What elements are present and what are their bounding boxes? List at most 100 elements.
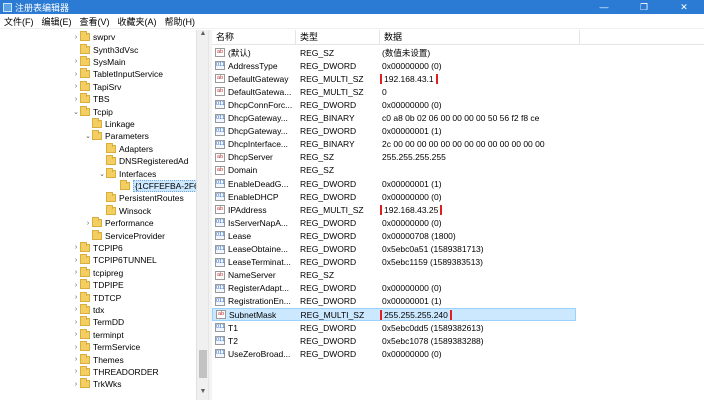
column-header-name[interactable]: 名称 <box>212 30 296 45</box>
value-type: REG_DWORD <box>300 191 357 202</box>
tree-item[interactable]: › THREADORDER <box>72 365 159 378</box>
minimize-button[interactable]: — <box>584 0 624 14</box>
expand-arrow-icon[interactable]: › <box>72 257 80 264</box>
expand-arrow-icon[interactable]: › <box>72 71 80 78</box>
expand-arrow-icon[interactable]: › <box>72 58 80 65</box>
tree-item[interactable]: › TapiSrv <box>72 80 122 93</box>
expand-arrow-icon[interactable]: › <box>72 344 80 351</box>
expand-arrow-icon[interactable]: › <box>72 83 80 90</box>
registry-value-row[interactable]: 011 EnableDeadG... REG_DWORD 0x00000001 (1) <box>212 177 576 190</box>
tree-item[interactable]: › Themes <box>72 353 124 365</box>
tree-item[interactable]: › TDTCP <box>72 291 121 303</box>
menu-edit[interactable]: 编辑(E) <box>38 15 76 28</box>
tree-item[interactable]: › tdx <box>72 303 104 316</box>
value-name-cell: ab DhcpServer <box>212 152 296 162</box>
registry-value-row[interactable]: ab DhcpServer REG_SZ 255.255.255.255 <box>212 151 576 164</box>
registry-value-row[interactable]: ab NameServer REG_SZ <box>212 269 576 282</box>
registry-value-row[interactable]: 011 IsServerNapA... REG_DWORD 0x00000000 (0… <box>212 216 576 229</box>
tree-item[interactable]: › TabletInputService <box>72 68 163 80</box>
tree-item[interactable]: › TermDD <box>72 316 124 328</box>
binary-value-icon: 011 <box>215 231 225 241</box>
tree-item[interactable]: › terminpt <box>72 328 124 341</box>
registry-value-row[interactable]: 011 RegisterAdapt... REG_DWORD 0x00000000 (… <box>212 282 576 295</box>
registry-value-row[interactable]: 011 Lease REG_DWORD 0x00000708 (1800) <box>212 229 576 242</box>
expand-arrow-icon[interactable]: › <box>72 269 80 276</box>
tree-item[interactable]: PersistentRoutes <box>98 192 184 204</box>
value-name: EnableDeadG... <box>228 178 289 189</box>
registry-value-row[interactable]: 011 T1 REG_DWORD 0x5ebc0dd5 (1589382613) <box>212 321 576 334</box>
registry-key-tree[interactable]: › swprv Synth3dVsc › SysMain › TabletInputServ… <box>0 30 196 400</box>
tree-item[interactable]: ⌄ Interfaces <box>98 167 156 179</box>
tree-item[interactable]: › TCPIP6TUNNEL <box>72 254 157 266</box>
registry-value-row[interactable]: 011 DhcpGateway... REG_DWORD 0x00000001 (1) <box>212 125 576 138</box>
tree-item[interactable]: {1CFFEFBA-2F6 <box>112 179 196 192</box>
value-name-cell: ab DefaultGateway <box>212 74 296 84</box>
expand-arrow-icon[interactable]: › <box>72 319 80 326</box>
registry-value-row[interactable]: 011 AddressType REG_DWORD 0x00000000 (0) <box>212 59 576 72</box>
tree-item[interactable]: DNSRegisteredAd <box>98 155 188 167</box>
expand-arrow-icon[interactable]: › <box>72 368 80 375</box>
expand-arrow-icon[interactable]: › <box>72 331 80 338</box>
tree-item[interactable]: ⌄ Tcpip <box>72 105 113 117</box>
collapse-arrow-icon[interactable]: ⌄ <box>84 132 92 140</box>
tree-item-label: TapiSrv <box>93 81 122 92</box>
menu-file[interactable]: 文件(F) <box>0 15 38 28</box>
tree-item[interactable]: Synth3dVsc <box>72 43 138 55</box>
tree-item[interactable]: › SysMain <box>72 55 126 68</box>
registry-value-row[interactable]: ab DefaultGateway REG_MULTI_SZ 192.168.43.1 <box>212 72 576 85</box>
expand-arrow-icon[interactable]: › <box>72 294 80 301</box>
folder-icon <box>80 291 90 302</box>
tree-item[interactable]: › Performance <box>84 217 154 229</box>
expand-arrow-icon[interactable]: › <box>72 381 80 388</box>
tree-item[interactable]: Winsock <box>98 204 151 217</box>
registry-value-row[interactable]: 011 DhcpGateway... REG_BINARY c0 a8 0b 02 0… <box>212 112 576 125</box>
value-name-cell: 011 UseZeroBroad... <box>212 349 296 359</box>
registry-value-row[interactable]: 011 LeaseObtaine... REG_DWORD 0x5ebc0a51 (1… <box>212 243 576 256</box>
collapse-arrow-icon[interactable]: ⌄ <box>72 108 80 116</box>
registry-value-row[interactable]: ab DefaultGatewa... REG_MULTI_SZ 0 <box>212 85 576 98</box>
expand-arrow-icon[interactable]: › <box>72 96 80 103</box>
tree-item[interactable]: › TCPIP6 <box>72 241 123 254</box>
expand-arrow-icon[interactable]: › <box>72 282 80 289</box>
collapse-arrow-icon[interactable]: ⌄ <box>98 170 106 178</box>
tree-item[interactable]: Adapters <box>98 142 153 155</box>
tree-item[interactable]: Linkage <box>84 117 135 130</box>
tree-item[interactable]: › swprv <box>72 31 115 43</box>
expand-arrow-icon[interactable]: › <box>84 220 92 227</box>
registry-value-row[interactable]: 011 UseZeroBroad... REG_DWORD 0x00000000 (0… <box>212 347 576 360</box>
registry-value-row[interactable]: ab (默认) REG_SZ (数值未设置) <box>212 46 576 59</box>
scrollbar-thumb[interactable] <box>199 350 207 378</box>
registry-value-row[interactable]: 011 T2 REG_DWORD 0x5ebc1078 (1589383288) <box>212 334 576 347</box>
registry-value-row[interactable]: ab IPAddress REG_MULTI_SZ 192.168.43.25 <box>212 203 576 216</box>
tree-item[interactable]: › TrkWks <box>72 378 121 390</box>
registry-value-row[interactable]: 011 RegistrationEn... REG_DWORD 0x00000001 … <box>212 295 576 308</box>
column-header-type[interactable]: 类型 <box>296 30 380 45</box>
expand-arrow-icon[interactable]: › <box>72 244 80 251</box>
registry-value-row[interactable]: 011 DhcpConnForc... REG_DWORD 0x00000000 (0… <box>212 98 576 111</box>
tree-item[interactable]: › tcpipreg <box>72 266 123 279</box>
menu-help[interactable]: 帮助(H) <box>161 15 200 28</box>
tree-item-label: Tcpip <box>93 106 113 117</box>
expand-arrow-icon[interactable]: › <box>72 356 80 363</box>
tree-item[interactable]: › TermService <box>72 341 140 353</box>
tree-item[interactable]: › TDPIPE <box>72 279 124 291</box>
expand-arrow-icon[interactable]: › <box>72 306 80 313</box>
tree-item[interactable]: ⌄ Parameters <box>84 130 149 142</box>
registry-value-row[interactable]: 011 LeaseTerminat... REG_DWORD 0x5ebc1159 (… <box>212 256 576 269</box>
expand-arrow-icon[interactable]: › <box>72 34 80 41</box>
close-button[interactable]: ✕ <box>664 0 704 14</box>
registry-value-row[interactable]: 011 DhcpInterface... REG_BINARY 2c 00 00 00… <box>212 138 576 151</box>
column-header-data[interactable]: 数据 <box>380 30 580 45</box>
restore-button[interactable]: ❐ <box>624 0 664 14</box>
registry-value-row[interactable]: 011 EnableDHCP REG_DWORD 0x00000000 (0) <box>212 190 576 203</box>
tree-item[interactable]: › TBS <box>72 93 110 105</box>
tree-item[interactable]: ServiceProvider <box>84 229 165 241</box>
registry-value-row[interactable]: ab Domain REG_SZ <box>212 164 576 177</box>
menu-favorites[interactable]: 收藏夹(A) <box>114 15 161 28</box>
registry-value-row[interactable]: ab SubnetMask REG_MULTI_SZ 255.255.255.240 <box>212 308 576 322</box>
folder-icon <box>106 155 116 166</box>
binary-value-icon: 011 <box>215 126 225 136</box>
tree-scrollbar[interactable]: ▲ ▼ <box>196 30 208 400</box>
menu-view[interactable]: 查看(V) <box>76 15 114 28</box>
value-name-cell: ab (默认) <box>212 47 296 59</box>
